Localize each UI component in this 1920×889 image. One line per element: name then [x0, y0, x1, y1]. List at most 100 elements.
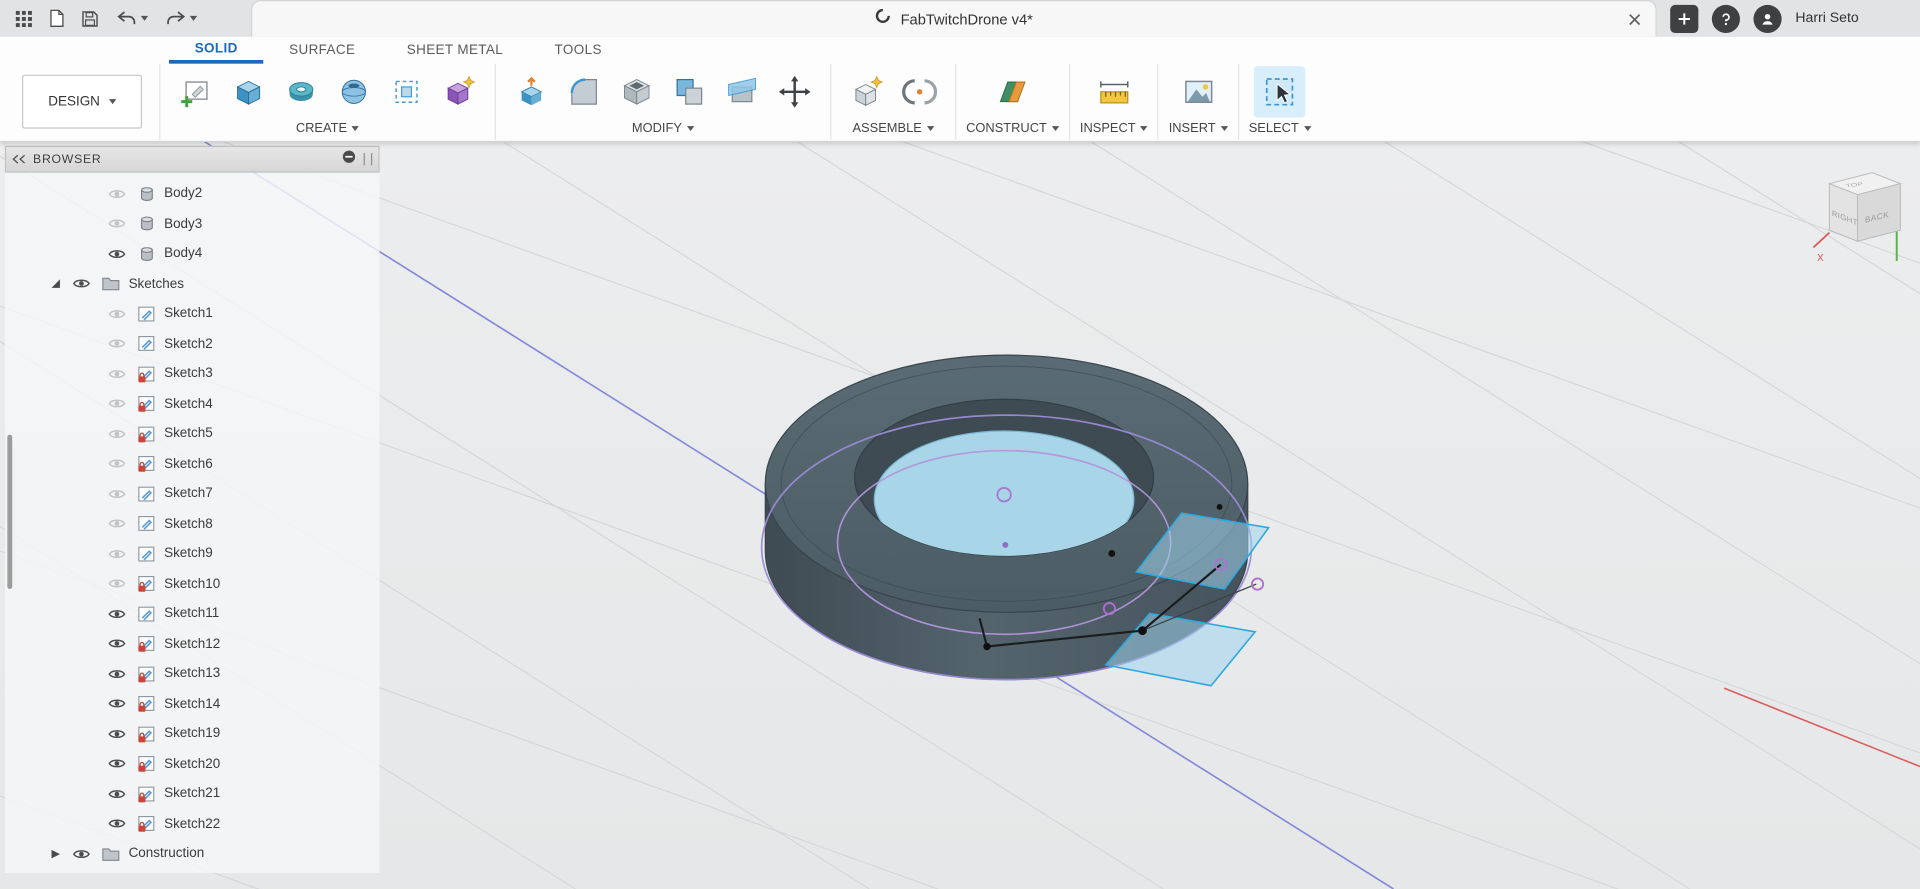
browser-item-body4[interactable]: Body4	[5, 239, 380, 269]
browser-item-body3[interactable]: Body3	[5, 209, 380, 239]
browser-item-sketch21[interactable]: Sketch21	[5, 779, 380, 809]
browser-item-sketch20[interactable]: Sketch20	[5, 749, 380, 779]
browser-item-sketch4[interactable]: Sketch4	[5, 389, 380, 419]
insert-image-button[interactable]	[1173, 66, 1224, 117]
view-cube[interactable]: TOP RIGHT BACK X	[1812, 172, 1902, 264]
visibility-eye-icon[interactable]	[100, 697, 132, 710]
browser-item-body2[interactable]: Body2	[5, 179, 380, 209]
measure-button[interactable]	[1088, 66, 1139, 117]
browser-item-sketch19[interactable]: Sketch19	[5, 719, 380, 749]
select-button[interactable]	[1254, 66, 1306, 118]
visibility-eye-icon[interactable]	[100, 517, 132, 530]
undo-icon[interactable]	[115, 10, 149, 27]
visibility-eye-icon[interactable]	[100, 547, 132, 560]
visibility-eye-icon[interactable]	[65, 847, 97, 860]
fillet-button[interactable]	[558, 66, 609, 117]
visibility-eye-icon[interactable]	[100, 637, 132, 650]
pattern-button[interactable]	[381, 66, 432, 117]
redo-icon[interactable]	[164, 10, 198, 27]
revolve-button[interactable]	[276, 66, 327, 117]
undo-dropdown-caret[interactable]	[140, 15, 149, 21]
joint-button[interactable]	[894, 66, 945, 117]
expander-expanded-icon[interactable]: ◢	[47, 277, 65, 290]
visibility-eye-icon[interactable]	[100, 337, 132, 350]
panel-resize-handle[interactable]	[363, 153, 373, 166]
toolbar-group-insert: INSERT	[1159, 63, 1239, 140]
browser-item-sketch12[interactable]: Sketch12	[5, 629, 380, 659]
design-menu-button[interactable]: DESIGN	[22, 74, 143, 129]
create-sketch-button[interactable]	[170, 66, 221, 117]
visibility-eye-icon[interactable]	[100, 367, 132, 380]
browser-item-sketch22[interactable]: Sketch22	[5, 809, 380, 839]
visibility-eye-icon[interactable]	[100, 307, 132, 320]
browser-item-construction[interactable]: ▶ Construction	[5, 839, 380, 869]
avatar-icon[interactable]	[1753, 4, 1782, 33]
combine-button[interactable]	[664, 66, 715, 117]
move-button[interactable]	[769, 66, 820, 117]
browser-item-sketch7[interactable]: Sketch7	[5, 479, 380, 509]
document-tab[interactable]: FabTwitchDrone v4*	[251, 0, 1657, 37]
new-component-button[interactable]	[841, 66, 892, 117]
browser-item-sketch8[interactable]: Sketch8	[5, 509, 380, 539]
shell-button[interactable]	[611, 66, 662, 117]
split-body-button[interactable]	[716, 66, 767, 117]
expander-collapsed-icon[interactable]: ▶	[47, 847, 65, 860]
tab-tools[interactable]: TOOLS	[529, 37, 628, 64]
visibility-eye-icon[interactable]	[100, 787, 132, 800]
visibility-eye-icon[interactable]	[100, 397, 132, 410]
inspect-dropdown[interactable]: INSPECT	[1080, 119, 1148, 137]
redo-dropdown-caret[interactable]	[189, 15, 198, 21]
browser-item-sketch11[interactable]: Sketch11	[5, 599, 380, 629]
help-icon[interactable]	[1712, 4, 1741, 33]
minus-circle-icon[interactable]	[342, 148, 357, 170]
press-pull-button[interactable]	[506, 66, 557, 117]
select-dropdown[interactable]: SELECT	[1249, 119, 1311, 137]
insert-dropdown[interactable]: INSERT	[1169, 119, 1228, 137]
user-name[interactable]: Harri Seto	[1795, 11, 1858, 26]
construction-plane-button[interactable]	[987, 66, 1038, 117]
visibility-eye-icon[interactable]	[100, 577, 132, 590]
visibility-eye-icon[interactable]	[100, 457, 132, 470]
browser-item-sketch9[interactable]: Sketch9	[5, 539, 380, 569]
modify-dropdown[interactable]: MODIFY	[632, 119, 695, 137]
visibility-eye-icon[interactable]	[100, 727, 132, 740]
collapse-panel-icon[interactable]	[12, 148, 26, 170]
visibility-eye-icon[interactable]	[65, 277, 97, 290]
browser-item-sketch6[interactable]: Sketch6	[5, 449, 380, 479]
visibility-eye-icon[interactable]	[100, 757, 132, 770]
sketch-icon	[132, 425, 160, 443]
browser-item-sketch1[interactable]: Sketch1	[5, 299, 380, 329]
browser-scrollbar[interactable]	[7, 434, 13, 589]
save-icon[interactable]	[81, 9, 99, 27]
visibility-eye-icon[interactable]	[100, 607, 132, 620]
browser-item-label: Sketch21	[164, 786, 221, 802]
browser-item-sketch13[interactable]: Sketch13	[5, 659, 380, 689]
browser-item-sketch2[interactable]: Sketch2	[5, 329, 380, 359]
create-dropdown[interactable]: CREATE	[296, 119, 360, 137]
assemble-dropdown[interactable]: ASSEMBLE	[852, 119, 935, 137]
browser-item-sketch14[interactable]: Sketch14	[5, 689, 380, 719]
new-tab-button[interactable]	[1670, 4, 1699, 33]
create-form-button[interactable]	[433, 66, 484, 117]
tab-sheet-metal[interactable]: SHEET METAL	[381, 37, 529, 64]
browser-item-sketch10[interactable]: Sketch10	[5, 569, 380, 599]
visibility-eye-icon[interactable]	[100, 187, 132, 200]
visibility-eye-icon[interactable]	[100, 247, 132, 260]
extrude-button[interactable]	[223, 66, 274, 117]
visibility-eye-icon[interactable]	[100, 487, 132, 500]
browser-item-sketch3[interactable]: Sketch3	[5, 359, 380, 389]
visibility-eye-icon[interactable]	[100, 817, 132, 830]
browser-item-sketch5[interactable]: Sketch5	[5, 419, 380, 449]
visibility-eye-icon[interactable]	[100, 427, 132, 440]
tab-solid[interactable]: SOLID	[168, 37, 264, 64]
browser-item-sketches[interactable]: ◢ Sketches	[5, 269, 380, 299]
file-icon[interactable]	[49, 9, 65, 29]
app-grid-icon[interactable]	[15, 9, 33, 27]
close-tab-icon[interactable]	[1625, 10, 1645, 30]
visibility-eye-icon[interactable]	[100, 667, 132, 680]
browser-header[interactable]: BROWSER	[4, 145, 380, 173]
construct-dropdown[interactable]: CONSTRUCT	[966, 119, 1060, 137]
visibility-eye-icon[interactable]	[100, 217, 132, 230]
tab-surface[interactable]: SURFACE	[263, 37, 381, 64]
sphere-button[interactable]	[328, 66, 379, 117]
